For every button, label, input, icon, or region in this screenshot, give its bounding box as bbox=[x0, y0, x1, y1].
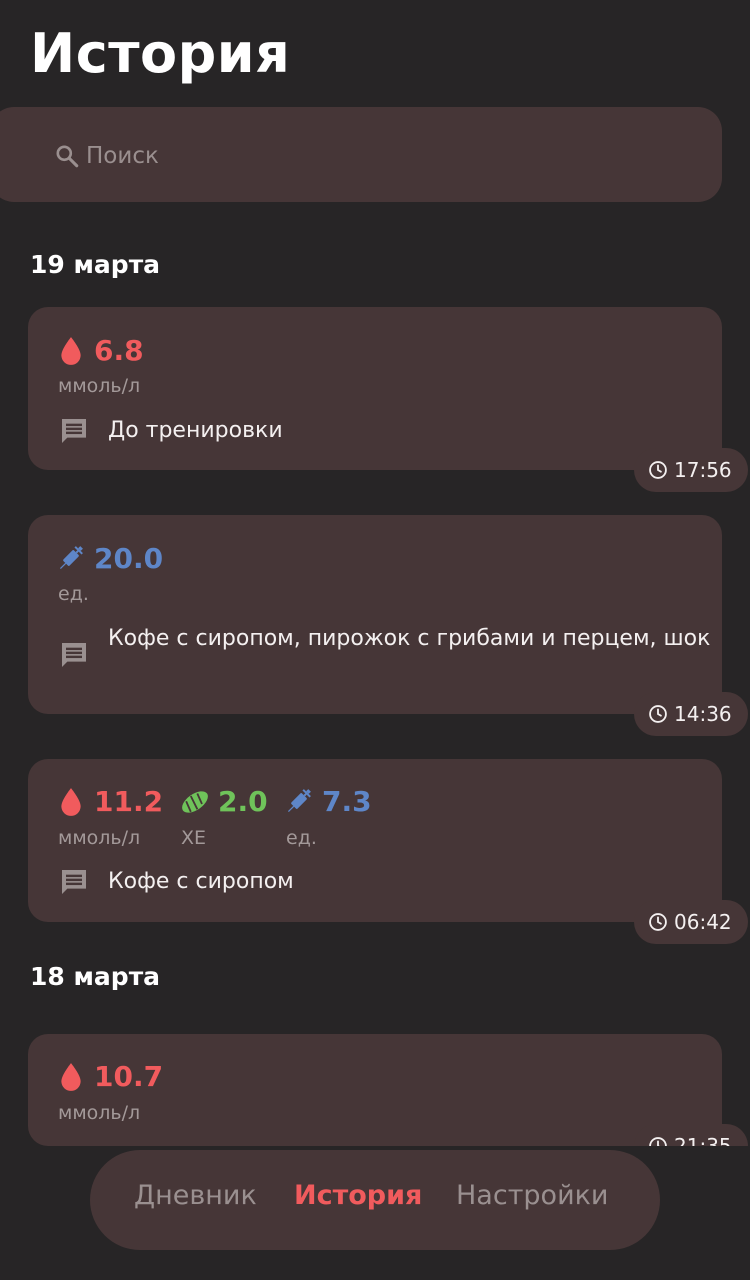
insulin-value: 20.0 bbox=[94, 542, 164, 575]
insulin-unit: ед. bbox=[286, 827, 317, 849]
glucose-value: 10.7 bbox=[94, 1060, 164, 1093]
time-badge: 06:42 bbox=[634, 900, 748, 944]
time-badge: 17:56 bbox=[634, 448, 748, 492]
clock-icon bbox=[649, 705, 667, 723]
comment-icon bbox=[62, 419, 86, 443]
comment-icon bbox=[62, 643, 86, 667]
nav-item-history[interactable]: История bbox=[294, 1180, 422, 1211]
search-input[interactable] bbox=[86, 138, 646, 174]
glucose-unit: ммоль/л bbox=[58, 1102, 141, 1124]
time-badge-clip: 21:35 bbox=[634, 1124, 750, 1146]
date-header: 19 марта bbox=[30, 250, 161, 279]
time-text: 21:35 bbox=[674, 1134, 732, 1146]
time-text: 17:56 bbox=[674, 458, 732, 482]
page-title: История bbox=[30, 22, 291, 85]
time-text: 14:36 bbox=[674, 702, 732, 726]
search-icon bbox=[56, 145, 79, 168]
history-entry-card[interactable]: 10.7 ммоль/л bbox=[28, 1034, 722, 1146]
clock-icon bbox=[649, 913, 667, 931]
blood-drop-icon bbox=[61, 337, 81, 365]
bread-icon bbox=[182, 791, 208, 813]
glucose-unit: ммоль/л bbox=[58, 827, 141, 849]
time-badge: 14:36 bbox=[634, 692, 748, 736]
history-entry-card[interactable]: 6.8 ммоль/л До тренировки bbox=[28, 307, 722, 470]
bottom-nav: Дневник История Настройки bbox=[90, 1150, 660, 1250]
history-entry-card[interactable]: 11.2 ммоль/л 2.0 ХЕ 7.3 ед. Кофе с сироп… bbox=[28, 759, 722, 922]
date-header: 18 марта bbox=[30, 962, 161, 991]
blood-drop-icon bbox=[61, 1063, 81, 1091]
insulin-value: 7.3 bbox=[322, 785, 372, 818]
clock-icon bbox=[649, 1137, 667, 1146]
time-text: 06:42 bbox=[674, 910, 732, 934]
note-text: До тренировки bbox=[108, 418, 283, 443]
glucose-unit: ммоль/л bbox=[58, 375, 141, 397]
glucose-value: 6.8 bbox=[94, 334, 144, 367]
insulin-unit: ед. bbox=[58, 583, 89, 605]
comment-icon bbox=[62, 870, 86, 894]
blood-drop-icon bbox=[61, 788, 81, 816]
note-text: Кофе с сиропом, пирожок с грибами и перц… bbox=[108, 626, 711, 651]
nav-item-settings[interactable]: Настройки bbox=[456, 1180, 608, 1211]
glucose-value: 11.2 bbox=[94, 785, 164, 818]
nav-item-diary[interactable]: Дневник bbox=[134, 1180, 257, 1211]
time-badge: 21:35 bbox=[634, 1124, 748, 1146]
note-text: Кофе с сиропом bbox=[108, 869, 294, 894]
history-entry-card[interactable]: 20.0 ед. Кофе с сиропом, пирожок с гриба… bbox=[28, 515, 722, 714]
syringe-icon bbox=[287, 789, 311, 813]
carbs-value: 2.0 bbox=[218, 785, 268, 818]
carbs-unit: ХЕ bbox=[181, 827, 207, 849]
syringe-icon bbox=[59, 546, 83, 570]
clock-icon bbox=[649, 461, 667, 479]
